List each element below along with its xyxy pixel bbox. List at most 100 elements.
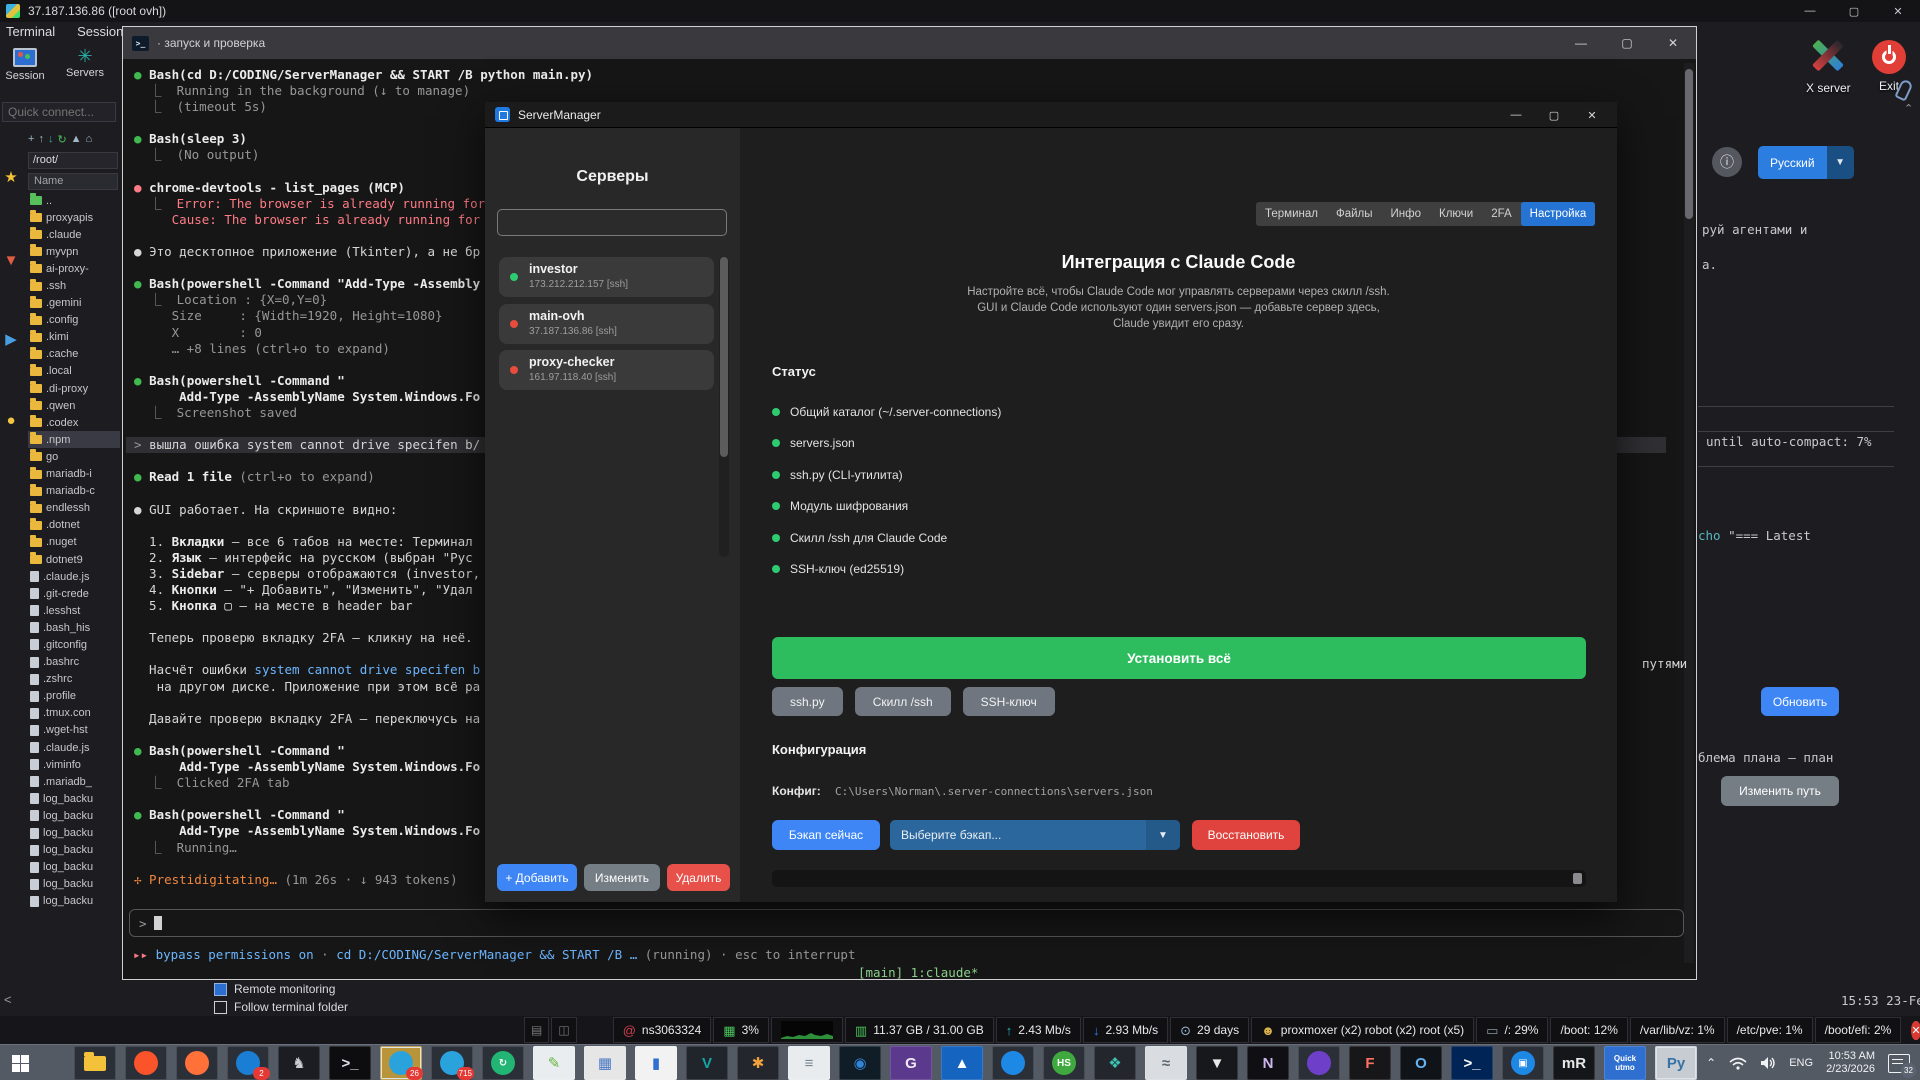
desktop-icon-xserver[interactable]: X server [1806, 36, 1851, 95]
terminal-tab-title[interactable]: · запуск и проверка [157, 36, 265, 50]
taskbar-icon-file-explorer[interactable] [74, 1046, 116, 1080]
file-list-item[interactable]: log_backu [28, 790, 120, 807]
backup-select[interactable]: Выберите бэкап... ▼ [890, 820, 1180, 850]
component-button[interactable]: Скилл /ssh [854, 687, 951, 716]
change-path-button[interactable]: Изменить путь [1721, 776, 1839, 806]
taskbar-icon-gimp[interactable]: G [890, 1046, 932, 1080]
status-segment[interactable]: ▭ /: 29% [1476, 1017, 1549, 1043]
refresh-button[interactable]: Обновить [1761, 687, 1839, 716]
taskbar-icon-notepad[interactable]: ≡ [788, 1046, 830, 1080]
file-list-item[interactable]: .qwen [28, 397, 120, 414]
status-segment[interactable]: /boot/efi: 2% [1814, 1017, 1902, 1043]
file-list-item[interactable]: .local [28, 363, 120, 380]
taskbar-icon-heidisql[interactable]: HS [1043, 1046, 1085, 1080]
taskbar-icon-photos[interactable]: ▲ [941, 1046, 983, 1080]
session-button[interactable]: Session [4, 48, 46, 82]
taskbar-icon-figma[interactable]: F [1349, 1046, 1391, 1080]
server-search-input[interactable] [497, 209, 727, 236]
edit-server-button[interactable]: Изменить [584, 864, 660, 891]
taskbar-icon-calculator[interactable]: ▦ [584, 1046, 626, 1080]
file-list-item[interactable]: ai-proxy- [28, 260, 120, 277]
server-list-item[interactable]: proxy-checker 161.97.118.40 [ssh] [499, 350, 714, 390]
file-list-item[interactable]: .viminfo [28, 756, 120, 773]
favorites-star-icon[interactable]: ★ [2, 168, 20, 186]
tab-настройка[interactable]: Настройка [1520, 202, 1596, 226]
file-list-item[interactable]: log_backu [28, 876, 120, 893]
taskbar-icon-mremoteng[interactable]: mR [1553, 1046, 1595, 1080]
macro-icon[interactable]: ● [2, 412, 20, 429]
status-segment[interactable]: ⊙ 29 days [1170, 1017, 1250, 1043]
status-segment[interactable]: /etc/pve: 1% [1726, 1017, 1813, 1043]
eject-icon[interactable]: ▲ [71, 133, 82, 146]
taskbar-icon-tools[interactable]: ✱ [737, 1046, 779, 1080]
remote-monitoring-toggle[interactable]: Remote monitoring [214, 982, 335, 996]
server-list-item[interactable]: main-ovh 37.187.136.86 [ssh] [499, 303, 714, 344]
horizontal-scrollbar[interactable] [772, 870, 1586, 887]
taskbar-icon-sync[interactable]: ↻ [482, 1046, 524, 1080]
file-list-item[interactable]: .tmux.con [28, 705, 120, 722]
taskbar-icon-swirl[interactable]: ◉ [839, 1046, 881, 1080]
file-list-item[interactable]: .zshrc [28, 671, 120, 688]
status-segment[interactable]: ☻ proxmoxer (x2) robot (x2) root (x5) [1251, 1017, 1475, 1043]
restore-button[interactable]: Восстановить [1192, 820, 1300, 850]
quick-connect-input[interactable] [2, 102, 116, 122]
taskbar-icon-docs-panel[interactable]: ▮ [635, 1046, 677, 1080]
file-list-item[interactable]: .gitconfig [28, 636, 120, 653]
servermanager-titlebar[interactable]: ServerManager [485, 102, 1617, 128]
file-list-item[interactable]: .config [28, 312, 120, 329]
terminal-titlebar[interactable]: >_ · запуск и проверка [123, 27, 1696, 59]
taskbar-icon-opera[interactable]: O [1400, 1046, 1442, 1080]
start-button[interactable] [0, 1045, 40, 1080]
download-arrow-icon[interactable]: ▼ [2, 252, 20, 269]
taskbar-icon-mobaxterm[interactable]: ❖ [1094, 1046, 1136, 1080]
status-tile-icon[interactable]: ▤ [524, 1017, 550, 1043]
taskbar-icon-terminal-cmd[interactable]: >_ [329, 1046, 371, 1080]
file-list-item[interactable]: .git-crede [28, 585, 120, 602]
file-list-item[interactable]: .di-proxy [28, 380, 120, 397]
info-button[interactable]: ⓘ [1712, 147, 1742, 177]
file-list-item[interactable]: .gemini [28, 295, 120, 312]
taskbar-icon-messenger[interactable]: 2 [227, 1046, 270, 1080]
file-list-item[interactable]: proxyapis [28, 209, 120, 226]
servers-button[interactable]: ✳ Servers [64, 47, 106, 82]
terminal-scrollbar[interactable] [1684, 63, 1694, 963]
keyboard-language[interactable]: ENG [1789, 1057, 1813, 1069]
maximize-icon[interactable]: ▢ [1832, 0, 1876, 22]
file-list-item[interactable]: endlessh [28, 500, 120, 517]
scroll-up-icon[interactable]: ⌃ [1904, 102, 1913, 115]
file-list-item[interactable]: mariadb-i [28, 466, 120, 483]
file-list-item[interactable]: log_backu [28, 824, 120, 841]
file-list-item[interactable]: log_backu [28, 893, 120, 910]
maximize-icon[interactable]: ▢ [1604, 27, 1650, 59]
taskbar-icon-game[interactable]: ♞ [278, 1046, 320, 1080]
tab-2fa[interactable]: 2FA [1482, 202, 1520, 226]
minimize-icon[interactable]: — [1497, 102, 1535, 128]
tab-файлы[interactable]: Файлы [1327, 202, 1382, 226]
close-icon[interactable]: ✕ [1573, 102, 1611, 128]
status-segment[interactable]: @ ns3063324 [612, 1017, 712, 1043]
scrollbar-thumb[interactable] [1685, 69, 1693, 219]
status-segment[interactable]: ↑ 2.43 Mb/s [995, 1017, 1081, 1043]
file-list-item[interactable]: .ssh [28, 277, 120, 294]
up-icon[interactable]: ↑ [38, 133, 44, 146]
server-list-item[interactable]: investor 173.212.212.157 [ssh] [499, 257, 714, 297]
volume-icon[interactable] [1760, 1056, 1776, 1070]
file-list-item[interactable]: .nuget [28, 534, 120, 551]
file-list-item[interactable]: mariadb-c [28, 483, 120, 500]
taskbar-icon-python[interactable]: Py [1655, 1046, 1697, 1080]
minimize-icon[interactable]: — [1788, 0, 1832, 22]
install-all-button[interactable]: Установить всё [772, 637, 1586, 679]
language-dropdown[interactable]: Русский ▼ [1758, 146, 1854, 179]
file-list-item[interactable]: .claude [28, 226, 120, 243]
tab-терминал[interactable]: Терминал [1256, 202, 1327, 226]
file-list-item[interactable]: log_backu [28, 842, 120, 859]
file-list-item[interactable]: .lesshst [28, 602, 120, 619]
taskbar-icon-phone-editor[interactable]: ✎ [533, 1046, 575, 1080]
send-icon[interactable]: ▶ [2, 330, 20, 348]
taskbar-icon-quick-utmo[interactable]: Quick utmo [1604, 1046, 1646, 1080]
taskbar-icon-firefox[interactable] [176, 1046, 218, 1080]
home-icon[interactable]: ⌂ [86, 133, 93, 146]
server-list-scrollbar[interactable] [719, 257, 729, 557]
component-button[interactable]: ssh.py [772, 687, 843, 716]
status-tile-icon[interactable]: ◫ [551, 1017, 577, 1043]
